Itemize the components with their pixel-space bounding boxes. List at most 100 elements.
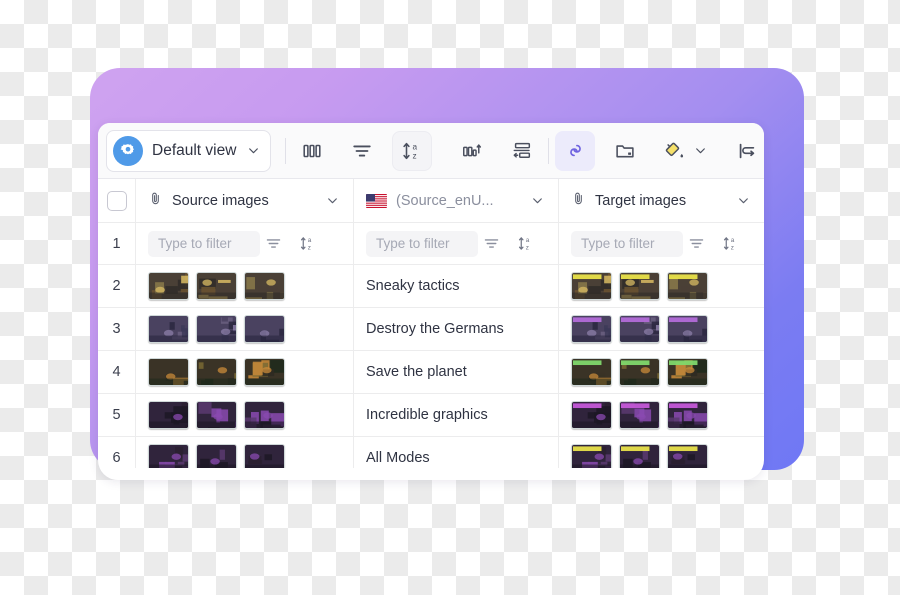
target-thumbnail[interactable] bbox=[667, 272, 708, 300]
search-input[interactable]: Type to filter bbox=[148, 230, 260, 257]
source-images-cell[interactable] bbox=[136, 351, 354, 393]
target-thumbnail[interactable] bbox=[571, 272, 612, 300]
source-thumbnail[interactable] bbox=[196, 315, 237, 343]
target-images-cell[interactable] bbox=[559, 394, 764, 436]
chevron-down-icon[interactable] bbox=[736, 194, 750, 208]
row-number-cell: 2 bbox=[98, 265, 136, 307]
table-row[interactable]: 6 All Modes bbox=[98, 437, 764, 480]
filter-cell-text: Type to filter a z bbox=[354, 223, 559, 264]
row-number: 4 bbox=[112, 364, 121, 380]
chevron-down-icon[interactable] bbox=[693, 144, 707, 158]
column-header-target[interactable]: Target images bbox=[559, 179, 764, 222]
source-text-cell[interactable]: Incredible graphics bbox=[354, 394, 559, 436]
search-input[interactable]: Type to filter bbox=[366, 230, 478, 257]
target-images-cell[interactable] bbox=[559, 437, 764, 479]
svg-text:a: a bbox=[413, 142, 418, 151]
source-thumbnail[interactable] bbox=[196, 358, 237, 386]
search-input[interactable]: Type to filter bbox=[571, 230, 683, 257]
source-thumbnail[interactable] bbox=[196, 401, 237, 429]
target-thumbnail[interactable] bbox=[619, 315, 660, 343]
row-number-cell: 6 bbox=[98, 437, 136, 479]
source-thumbnail[interactable] bbox=[148, 444, 189, 472]
target-thumbnail[interactable] bbox=[667, 358, 708, 386]
target-thumbnail[interactable] bbox=[571, 358, 612, 386]
source-thumbnail[interactable] bbox=[244, 358, 285, 386]
wrap-text-button[interactable] bbox=[727, 131, 764, 171]
source-text-cell[interactable]: Save the planet bbox=[354, 351, 559, 393]
source-thumbnail[interactable] bbox=[148, 401, 189, 429]
source-thumbnail[interactable] bbox=[148, 272, 189, 300]
source-thumbnail[interactable] bbox=[196, 444, 237, 472]
source-text-cell[interactable]: Destroy the Germans bbox=[354, 308, 559, 350]
target-thumbnail[interactable] bbox=[619, 358, 660, 386]
target-thumbnail[interactable] bbox=[619, 272, 660, 300]
us-flag-icon bbox=[366, 193, 387, 208]
filter-cell-source: Type to filter a z bbox=[136, 223, 354, 264]
fill-color-button[interactable] bbox=[655, 131, 695, 171]
target-thumbnail[interactable] bbox=[619, 401, 660, 429]
svg-text:a: a bbox=[525, 237, 529, 244]
target-thumbnail[interactable] bbox=[667, 401, 708, 429]
view-name-label: Default view bbox=[152, 141, 237, 159]
cell-text: All Modes bbox=[366, 450, 430, 466]
source-images-cell[interactable] bbox=[136, 437, 354, 479]
column-header-text[interactable]: (Source_enU... bbox=[354, 179, 559, 222]
group-columns-button[interactable] bbox=[452, 131, 492, 171]
columns-button[interactable] bbox=[292, 131, 332, 171]
target-images-cell[interactable] bbox=[559, 265, 764, 307]
cell-text: Destroy the Germans bbox=[366, 321, 504, 337]
filter-icon[interactable] bbox=[260, 231, 286, 257]
column-header-source[interactable]: Source images bbox=[136, 179, 354, 222]
table-body: 2 Sneaky tactics 3 Destroy the Germans 4… bbox=[98, 265, 764, 480]
select-all-checkbox[interactable] bbox=[106, 190, 127, 211]
target-thumbnail[interactable] bbox=[619, 444, 660, 472]
row-number-cell: 5 bbox=[98, 394, 136, 436]
table-row[interactable]: 4 Save the planet bbox=[98, 351, 764, 394]
screenshot-stage: Default view a z Source images (Source_e… bbox=[0, 0, 900, 595]
column-header-label: Target images bbox=[595, 192, 687, 209]
source-thumbnail[interactable] bbox=[196, 272, 237, 300]
source-images-cell[interactable] bbox=[136, 265, 354, 307]
svg-text:z: z bbox=[730, 244, 733, 251]
toolbar-divider-2 bbox=[548, 137, 550, 164]
sort-az-icon[interactable]: a z bbox=[294, 231, 320, 257]
table-row[interactable]: 3 Destroy the Germans bbox=[98, 308, 764, 351]
view-selector[interactable]: Default view bbox=[106, 129, 272, 172]
source-thumbnail[interactable] bbox=[244, 444, 285, 472]
target-thumbnail[interactable] bbox=[571, 315, 612, 343]
source-images-cell[interactable] bbox=[136, 394, 354, 436]
target-thumbnail[interactable] bbox=[571, 444, 612, 472]
svg-text:a: a bbox=[730, 237, 734, 244]
source-thumbnail[interactable] bbox=[244, 401, 285, 429]
table-row[interactable]: 2 Sneaky tactics bbox=[98, 265, 764, 308]
target-images-cell[interactable] bbox=[559, 351, 764, 393]
link-button[interactable] bbox=[555, 130, 596, 171]
chevron-down-icon bbox=[246, 144, 260, 158]
sort-button[interactable]: a z bbox=[392, 130, 433, 171]
sort-az-icon[interactable]: a z bbox=[717, 231, 743, 257]
folder-button[interactable] bbox=[605, 131, 645, 171]
target-thumbnail[interactable] bbox=[667, 315, 708, 343]
source-text-cell[interactable]: All Modes bbox=[354, 437, 559, 479]
target-thumbnail[interactable] bbox=[571, 401, 612, 429]
source-thumbnail[interactable] bbox=[244, 272, 285, 300]
target-images-cell[interactable] bbox=[559, 308, 764, 350]
table-row[interactable]: 5 Incredible graphics bbox=[98, 394, 764, 437]
source-thumbnail[interactable] bbox=[148, 315, 189, 343]
row-number: 6 bbox=[112, 450, 121, 466]
sort-az-icon[interactable]: a z bbox=[512, 231, 538, 257]
source-images-cell[interactable] bbox=[136, 308, 354, 350]
row-number-cell: 4 bbox=[98, 351, 136, 393]
cell-text: Sneaky tactics bbox=[366, 278, 460, 294]
chevron-down-icon[interactable] bbox=[530, 194, 544, 208]
source-text-cell[interactable]: Sneaky tactics bbox=[354, 265, 559, 307]
row-height-button[interactable] bbox=[502, 131, 542, 171]
data-table: Source images (Source_enU... Target imag… bbox=[98, 179, 764, 480]
source-thumbnail[interactable] bbox=[244, 315, 285, 343]
filter-button[interactable] bbox=[342, 131, 382, 171]
target-thumbnail[interactable] bbox=[667, 444, 708, 472]
filter-icon[interactable] bbox=[478, 231, 504, 257]
filter-icon[interactable] bbox=[683, 231, 709, 257]
source-thumbnail[interactable] bbox=[148, 358, 189, 386]
chevron-down-icon[interactable] bbox=[325, 194, 339, 208]
